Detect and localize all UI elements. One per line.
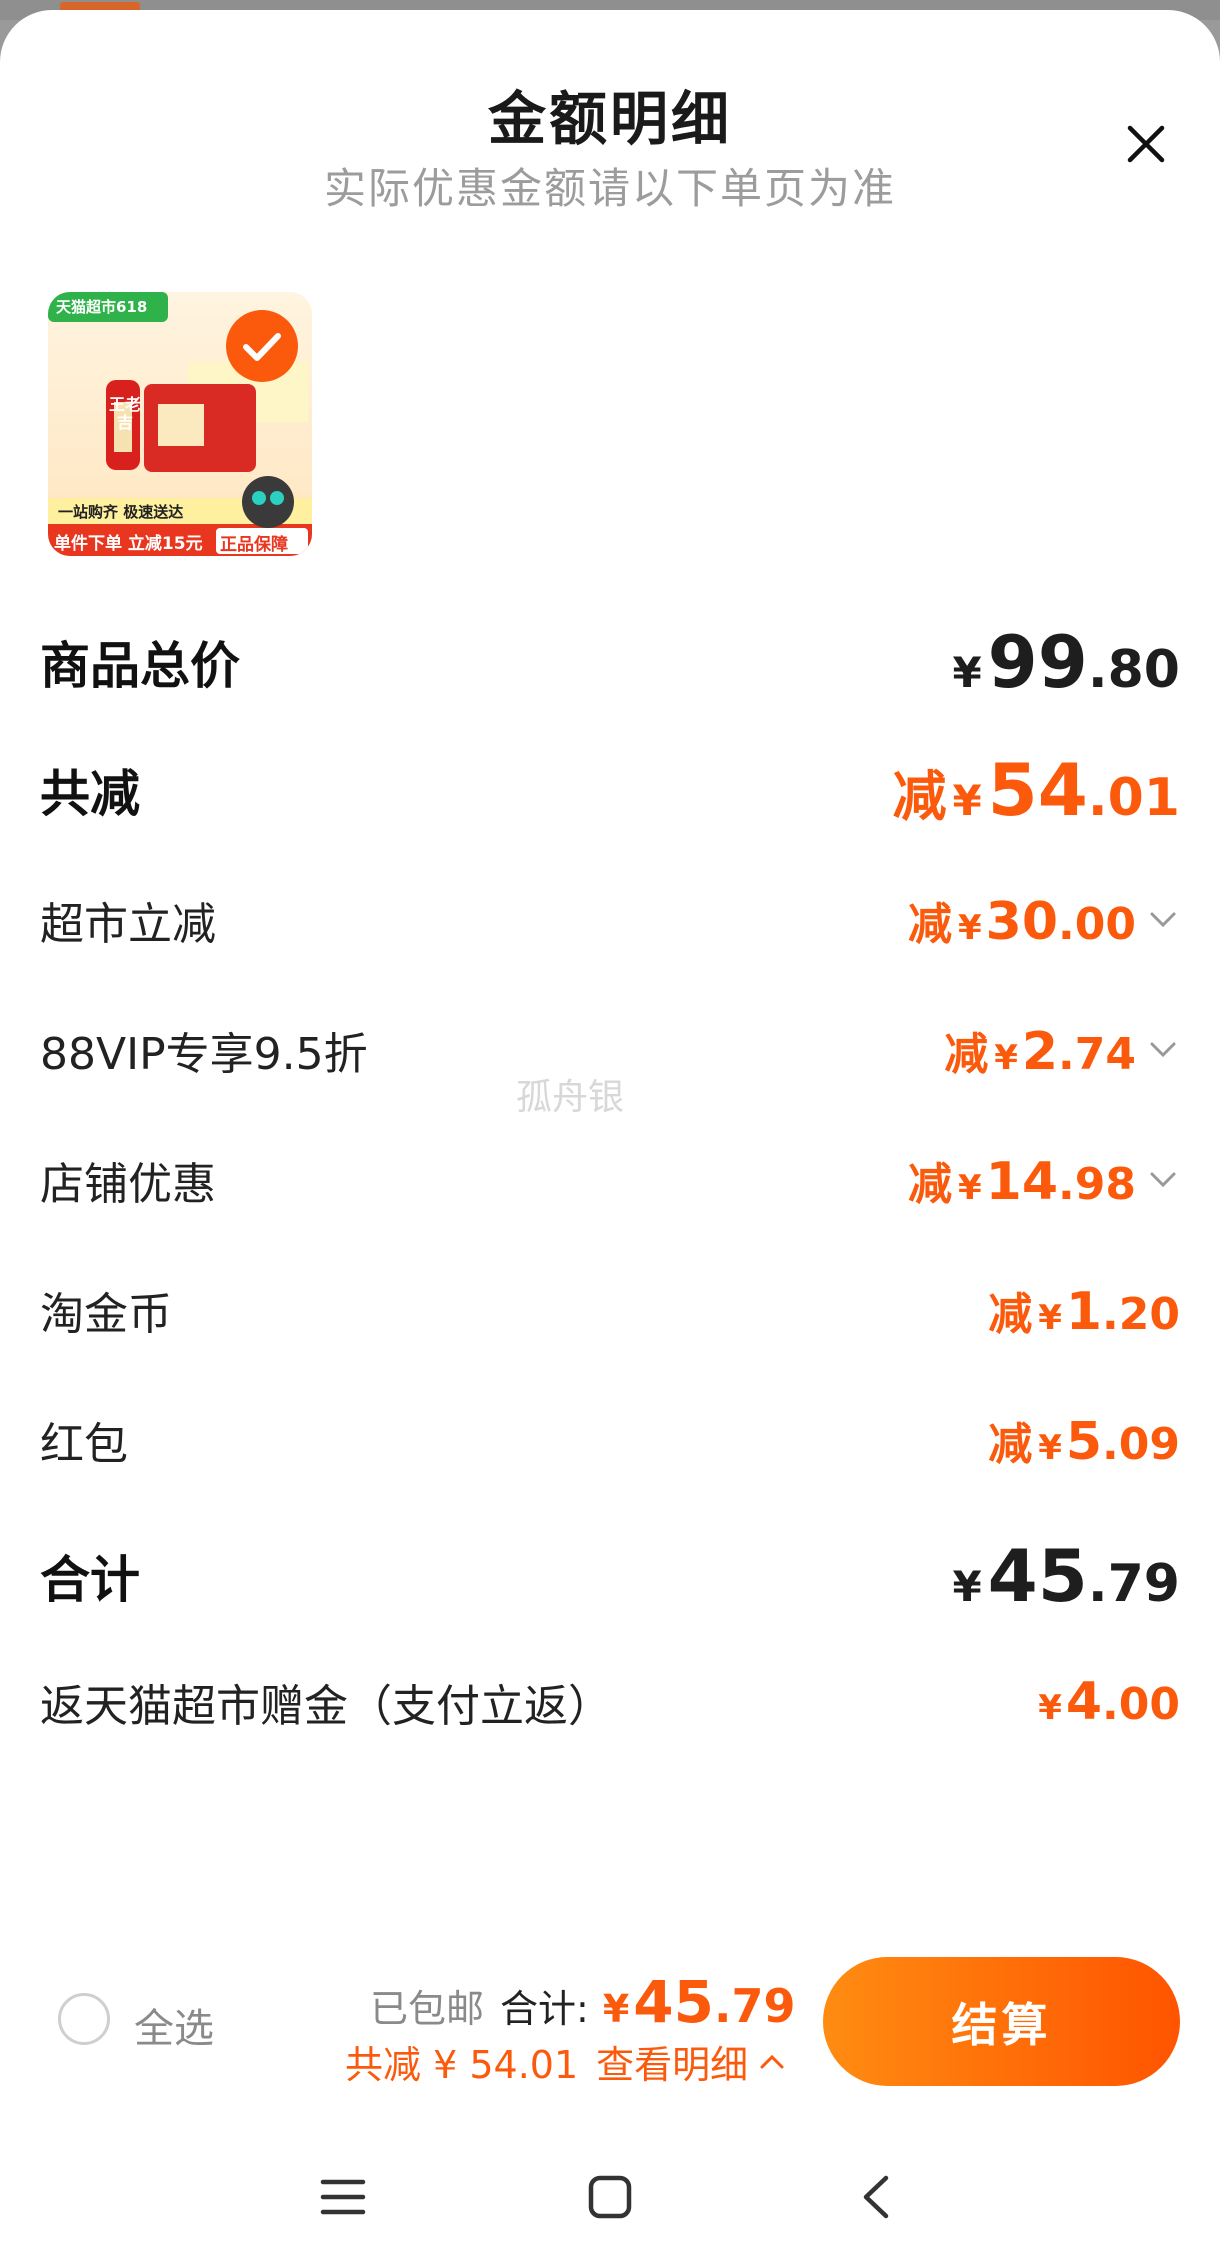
- row-total-discount: 共减 减 ¥ 54 .01: [40, 748, 1180, 832]
- vip-discount-label: 88VIP专享9.5折: [40, 1029, 368, 1080]
- amount-decimal: .00: [1102, 1679, 1180, 1730]
- sheet-title: 金额明细: [487, 85, 732, 153]
- amount-decimal: .80: [1087, 640, 1180, 700]
- discount-prefix: 减: [988, 1289, 1033, 1340]
- cashback-amount: ¥ 4 .00: [1038, 1672, 1180, 1732]
- currency-symbol: ¥: [952, 648, 982, 697]
- taojinbi-label: 淘金币: [40, 1289, 172, 1340]
- footer-total: 已包邮 合计: ¥ 45 .79: [370, 1968, 796, 2036]
- row-shop-discount[interactable]: 店铺优惠 减 ¥ 14 .98: [40, 1148, 1180, 1212]
- free-shipping-label: 已包邮: [370, 1987, 485, 2031]
- footer-discount-text: 共减 ¥ 54.01: [345, 2043, 579, 2087]
- back-icon[interactable]: [852, 2172, 902, 2222]
- chevron-up-icon[interactable]: [756, 2046, 788, 2078]
- view-detail-link[interactable]: 查看明细: [596, 2034, 748, 2089]
- select-all-label[interactable]: 全选: [134, 1996, 214, 2054]
- currency-symbol: ¥: [1038, 1428, 1062, 1468]
- shop-discount-label: 店铺优惠: [40, 1159, 216, 1210]
- amount-integer: 2: [1021, 1022, 1059, 1082]
- discount-prefix: 减: [908, 899, 952, 950]
- cashback-label: 返天猫超市赠金（支付立返）: [40, 1681, 612, 1732]
- total-discount-label: 共减: [40, 765, 140, 823]
- chevron-down-icon[interactable]: [1146, 1033, 1180, 1067]
- currency-symbol: ¥: [952, 776, 982, 825]
- home-icon[interactable]: [585, 2172, 635, 2222]
- amount-integer: 5: [1065, 1412, 1103, 1472]
- product-brand: 王老吉: [108, 395, 141, 432]
- amount-integer: 45: [987, 1534, 1088, 1618]
- currency-symbol: ¥: [958, 1168, 982, 1208]
- red-packet-amount: 减 ¥ 5 .09: [988, 1408, 1180, 1472]
- total-price-label: 商品总价: [40, 637, 240, 695]
- sum-amount: ¥ 45 .79: [952, 1534, 1180, 1618]
- amount-integer: 30: [985, 892, 1059, 952]
- amount-decimal: .74: [1058, 1029, 1136, 1080]
- amount-integer: 99: [987, 620, 1088, 704]
- amount-decimal: .00: [1058, 899, 1136, 950]
- footer-discount-summary[interactable]: 共减 ¥ 54.01 查看明细: [345, 2034, 788, 2089]
- sheet-subtitle: 实际优惠金额请以下单页为准: [323, 164, 896, 213]
- product-guarantee: 正品保障: [220, 535, 288, 555]
- amount-decimal: .98: [1058, 1159, 1136, 1210]
- currency-symbol: ¥: [1038, 1688, 1062, 1728]
- currency-symbol: ¥: [952, 1562, 982, 1611]
- watermark: 孤舟银: [516, 1077, 625, 1118]
- system-nav-bar: [0, 2150, 1220, 2258]
- total-discount-amount: 减 ¥ 54 .01: [892, 748, 1180, 832]
- currency-symbol: ¥: [1038, 1298, 1062, 1338]
- red-packet-label: 红包: [40, 1419, 128, 1470]
- amount-integer: 4: [1065, 1672, 1103, 1732]
- chevron-down-icon[interactable]: [1146, 1163, 1180, 1197]
- amount-integer: 1: [1065, 1282, 1103, 1342]
- product-slogan: 一站购齐 极速送达: [58, 503, 184, 521]
- supermarket-discount-amount: 减 ¥ 30 .00: [908, 888, 1180, 952]
- amount-integer: 54: [987, 748, 1088, 832]
- row-total-price: 商品总价 ¥ 99 .80: [40, 620, 1180, 704]
- amount-decimal: .09: [1102, 1419, 1180, 1470]
- amount-decimal: .01: [1087, 768, 1180, 828]
- amount-integer: 14: [985, 1152, 1059, 1212]
- currency-symbol: ¥: [602, 1987, 630, 2031]
- discount-prefix: 减: [892, 765, 947, 828]
- discount-prefix: 减: [988, 1419, 1033, 1470]
- supermarket-discount-label: 超市立减: [40, 899, 216, 950]
- amount-detail-sheet: 金额明细 实际优惠金额请以下单页为准 天猫超市618 王老吉 一站购齐 极速送达…: [0, 10, 1220, 2258]
- product-thumbnail[interactable]: 天猫超市618 王老吉 一站购齐 极速送达 单件下单 立减15元 正品保障: [48, 292, 312, 556]
- currency-symbol: ¥: [994, 1038, 1018, 1078]
- row-red-packet: 红包 减 ¥ 5 .09: [40, 1408, 1180, 1472]
- menu-icon[interactable]: [318, 2172, 368, 2222]
- selected-check-icon: [226, 310, 298, 382]
- close-icon[interactable]: [1122, 120, 1170, 168]
- amount-decimal: .20: [1102, 1289, 1180, 1340]
- vip-discount-amount: 减 ¥ 2 .74: [944, 1018, 1180, 1082]
- chevron-down-icon[interactable]: [1146, 903, 1180, 937]
- shop-discount-amount: 减 ¥ 14 .98: [908, 1148, 1180, 1212]
- taojinbi-amount: 减 ¥ 1 .20: [988, 1278, 1180, 1342]
- row-cashback: 返天猫超市赠金（支付立返） ¥ 4 .00: [40, 1670, 1180, 1734]
- checkout-button[interactable]: 结算: [823, 1957, 1180, 2086]
- total-price-amount: ¥ 99 .80: [952, 620, 1180, 704]
- currency-symbol: ¥: [958, 908, 982, 948]
- sum-label: 合计: [40, 1551, 140, 1609]
- row-supermarket-discount[interactable]: 超市立减 减 ¥ 30 .00: [40, 888, 1180, 952]
- footer-total-integer: 45: [633, 1968, 714, 2036]
- row-taojinbi: 淘金币 减 ¥ 1 .20: [40, 1278, 1180, 1342]
- amount-decimal: .79: [1087, 1554, 1180, 1614]
- row-sum: 合计 ¥ 45 .79: [40, 1534, 1180, 1618]
- footer-total-label: 合计:: [500, 1987, 589, 2031]
- footer-total-decimal: .79: [714, 1979, 796, 2033]
- product-promo: 单件下单 立减15元: [54, 534, 203, 554]
- discount-prefix: 减: [908, 1159, 952, 1210]
- select-all-checkbox[interactable]: [58, 1993, 110, 2045]
- discount-prefix: 减: [944, 1029, 989, 1080]
- product-badge: 天猫超市618: [56, 298, 148, 316]
